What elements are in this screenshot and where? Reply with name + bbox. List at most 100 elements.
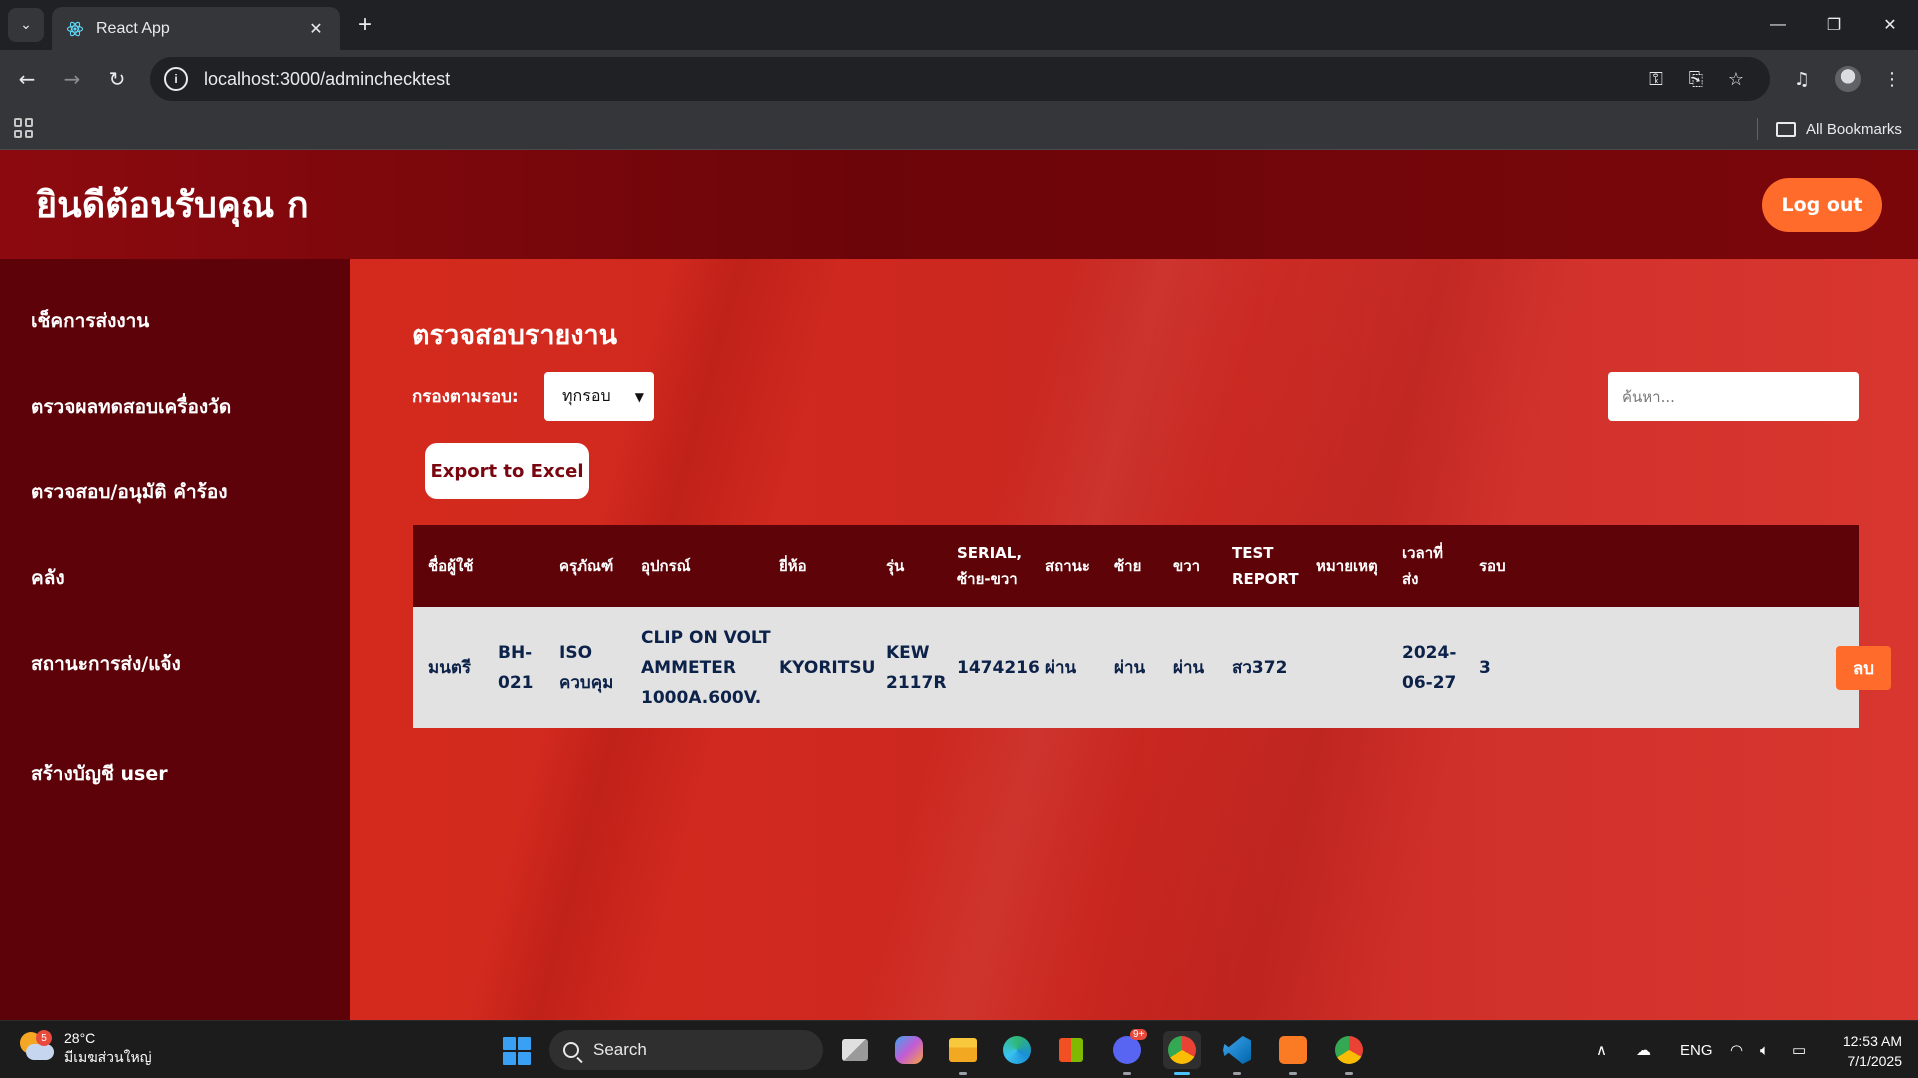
chrome-profile-icon[interactable]: [1330, 1031, 1368, 1075]
col-header-left: ซ้าย: [1114, 557, 1142, 575]
export-excel-button[interactable]: Export to Excel: [425, 443, 589, 499]
close-window-icon[interactable]: ✕: [1862, 0, 1918, 50]
app-root: ยินดีต้อนรับคุณ ก Log out เช็คการส่งงาน …: [0, 150, 1918, 1020]
file-explorer-icon[interactable]: [944, 1031, 982, 1075]
password-key-icon[interactable]: ⚿: [1636, 69, 1676, 90]
taskbar: 5 28°C มีเมฆส่วนใหญ่ Search 9+ ∧ ☁ ENG ◠…: [0, 1020, 1918, 1078]
media-controls-icon[interactable]: ♫: [1784, 62, 1820, 96]
search-input[interactable]: [1608, 372, 1859, 421]
back-arrow-icon[interactable]: ←: [10, 62, 44, 96]
round-filter-select[interactable]: ทุกรอบ ▼: [544, 372, 654, 421]
cell-test-report: สว372: [1232, 657, 1288, 678]
language-indicator[interactable]: ENG: [1680, 1021, 1713, 1078]
cell-status: ผ่าน: [1045, 657, 1077, 678]
col-header-note: หมายเหตุ: [1316, 557, 1378, 575]
battery-icon[interactable]: ▭: [1792, 1021, 1806, 1078]
microsoft-store-icon[interactable]: [1052, 1031, 1090, 1069]
cell-code-line1: BH-: [498, 642, 533, 663]
table-row: มนตรี BH- 021 ISO ควบคุม CLIP ON VOLT AM…: [413, 607, 1891, 728]
cell-code: BH- 021: [498, 638, 534, 698]
sidebar-item-create-user[interactable]: สร้างบัญชี user: [31, 759, 168, 789]
react-logo-icon: [66, 20, 84, 38]
col-header-category: ครุภัณฑ์: [559, 557, 614, 575]
address-bar[interactable]: i localhost:3000/adminchecktest ⚿ ⎘ ☆: [150, 57, 1770, 101]
install-app-icon[interactable]: ⎘: [1676, 69, 1716, 90]
copilot-icon[interactable]: [890, 1031, 928, 1069]
col-header-serial-line1: SERIAL,: [957, 544, 1023, 562]
cell-model-line2: 2117R: [886, 672, 947, 693]
cell-model: KEW 2117R: [886, 638, 946, 698]
restore-icon[interactable]: ❐: [1806, 0, 1862, 50]
edge-icon[interactable]: [998, 1031, 1036, 1069]
col-header-test-line2: REPORT: [1232, 570, 1299, 588]
task-view-icon[interactable]: [836, 1031, 874, 1069]
cell-left: ผ่าน: [1114, 657, 1146, 678]
profile-avatar[interactable]: [1830, 62, 1866, 96]
sidebar-item-inventory[interactable]: คลัง: [31, 563, 65, 593]
col-header-time-line1: เวลาที่: [1402, 544, 1444, 562]
chrome-icon[interactable]: [1163, 1031, 1201, 1075]
tab-title: React App: [96, 19, 170, 37]
logout-button[interactable]: Log out: [1762, 178, 1882, 232]
wifi-icon[interactable]: ◠: [1730, 1021, 1743, 1078]
window-controls: — ❐ ✕: [1750, 0, 1918, 50]
bookmarks-divider: [1757, 118, 1758, 140]
col-header-right: ขวา: [1173, 557, 1201, 575]
col-header-test-report: TEST REPORT: [1232, 540, 1299, 592]
cell-right: ผ่าน: [1173, 657, 1205, 678]
cell-time: 2024- 06-27: [1402, 638, 1456, 698]
forward-arrow-icon[interactable]: →: [55, 62, 89, 96]
delete-button[interactable]: ลบ: [1836, 646, 1891, 690]
discord-icon[interactable]: 9+: [1108, 1029, 1148, 1075]
weather-widget[interactable]: 5 28°C มีเมฆส่วนใหญ่: [20, 1029, 152, 1067]
cell-time-line2: 06-27: [1402, 672, 1457, 693]
weather-temperature: 28°C: [64, 1030, 96, 1046]
cell-code-line2: 021: [498, 672, 534, 693]
all-bookmarks-button[interactable]: All Bookmarks: [1776, 116, 1902, 142]
reload-icon[interactable]: ↻: [100, 62, 134, 96]
apps-grid-icon[interactable]: [14, 118, 34, 138]
col-header-test-line1: TEST: [1232, 544, 1274, 562]
cell-model-line1: KEW: [886, 642, 930, 663]
bookmarks-bar: All Bookmarks: [0, 108, 1918, 150]
col-header-serial-line2: ซ้าย-ขวา: [957, 570, 1018, 588]
browser-tab-bar: ⌄ React App ✕ + — ❐ ✕: [0, 0, 1918, 50]
sidebar-item-meter-test-results[interactable]: ตรวจผลทดสอบเครื่องวัด: [31, 392, 231, 422]
cell-equipment-line3: 1000A.600V.: [641, 687, 762, 708]
weather-badge: 5: [36, 1030, 52, 1046]
system-clock[interactable]: 12:53 AM 7/1/2025: [1832, 1031, 1902, 1071]
report-table: ชื่อผู้ใช้ ครุภัณฑ์ อุปกรณ์ ยี่ห้อ รุ่น …: [413, 525, 1891, 728]
bookmark-star-icon[interactable]: ☆: [1716, 69, 1756, 90]
cell-round: 3: [1479, 657, 1491, 678]
url-text[interactable]: localhost:3000/adminchecktest: [204, 69, 1636, 90]
new-tab-button[interactable]: +: [350, 10, 380, 40]
site-info-icon[interactable]: i: [164, 67, 188, 91]
windows-start-icon[interactable]: [503, 1037, 531, 1065]
sidebar-item-check-submissions[interactable]: เช็คการส่งงาน: [31, 306, 149, 336]
col-header-equipment: อุปกรณ์: [641, 557, 691, 575]
xampp-icon[interactable]: [1274, 1031, 1312, 1075]
welcome-title: ยินดีต้อนรับคุณ ก: [36, 185, 309, 226]
browser-tab[interactable]: React App ✕: [52, 7, 340, 50]
taskbar-search[interactable]: Search: [549, 1030, 823, 1070]
sidebar-item-approve-requests[interactable]: ตรวจสอบ/อนุมัติ คำร้อง: [31, 477, 228, 507]
tab-search-button[interactable]: ⌄: [8, 8, 44, 42]
more-menu-icon[interactable]: ⋮: [1874, 62, 1910, 96]
vscode-icon[interactable]: [1218, 1031, 1256, 1075]
col-header-user: ชื่อผู้ใช้: [428, 557, 474, 575]
sidebar-item-submission-status[interactable]: สถานะการส่ง/แจ้ง: [31, 649, 181, 679]
all-bookmarks-label: All Bookmarks: [1806, 120, 1902, 138]
minimize-icon[interactable]: —: [1750, 0, 1806, 50]
round-filter-label: กรองตามรอบ:: [412, 387, 519, 407]
browser-toolbar: ← → ↻ i localhost:3000/adminchecktest ⚿ …: [0, 50, 1918, 108]
table-header: ชื่อผู้ใช้ ครุภัณฑ์ อุปกรณ์ ยี่ห้อ รุ่น …: [413, 525, 1859, 607]
col-header-model: รุ่น: [886, 557, 905, 575]
weather-cloud-sun-icon: 5: [20, 1030, 54, 1064]
close-tab-icon[interactable]: ✕: [306, 19, 326, 38]
cloud-offline-icon[interactable]: ☁: [1636, 1021, 1651, 1078]
clock-date: 7/1/2025: [1847, 1053, 1903, 1069]
col-header-serial: SERIAL, ซ้าย-ขวา: [957, 540, 1022, 592]
weather-description: มีเมฆส่วนใหญ่: [64, 1049, 152, 1065]
volume-icon[interactable]: 🔈︎: [1760, 1021, 1769, 1078]
show-hidden-icons-chevron[interactable]: ∧: [1596, 1021, 1607, 1078]
